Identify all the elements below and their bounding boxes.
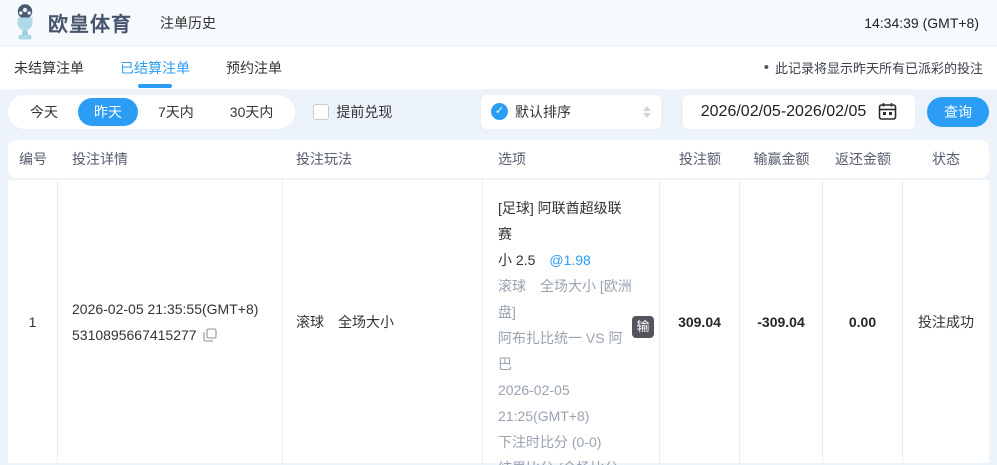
col-header-play: 投注玩法 — [296, 151, 352, 167]
quick-range-group: 今天 昨天 7天内 30天内 — [8, 94, 296, 129]
cell-play-type: 滚球 全场大小 — [283, 180, 483, 463]
trophy-logo-icon — [8, 3, 42, 43]
brand-title: 欧皇体育 — [48, 14, 132, 36]
filter-row: 今天 昨天 7天内 30天内 提前兑现 ✓ 默认排序 2026/02/05-20… — [0, 90, 997, 133]
col-header-index: 编号 — [19, 151, 47, 167]
note-bullet-icon: • — [763, 59, 769, 76]
col-header-detail: 投注详情 — [72, 151, 128, 167]
calendar-icon[interactable] — [878, 102, 897, 121]
col-header-refund: 返还金额 — [835, 151, 891, 167]
status-text: 投注成功 — [918, 313, 974, 330]
early-cashout-toggle[interactable]: 提前兑现 — [313, 102, 392, 122]
early-cashout-label: 提前兑现 — [336, 103, 393, 120]
option-score-at-bet: 下注时比分 (0-0) — [498, 434, 602, 450]
bet-time: 2026-02-05 21:35:55(GMT+8) — [72, 300, 259, 317]
clock: 14:34:39 (GMT+8) — [864, 14, 979, 31]
refund: 0.00 — [848, 313, 877, 330]
option-match-time: 2026-02-05 21:25(GMT+8) — [498, 382, 590, 424]
win-loss: -309.04 — [757, 313, 805, 330]
cell-index: 1 — [8, 180, 58, 463]
tab-reserved[interactable]: 预约注单 — [226, 46, 282, 90]
bet-id-line: 5310895667415277 — [72, 322, 282, 348]
cell-refund: 0.00 — [823, 180, 903, 463]
col-header-amount: 投注额 — [679, 151, 721, 167]
result-badge: 输 — [632, 316, 654, 338]
sort-arrows-icon — [643, 105, 651, 118]
note-text: 此记录将显示昨天所有已派彩的投注 — [774, 61, 983, 76]
cell-status: 投注成功 — [903, 180, 989, 463]
col-header-status: 状态 — [932, 151, 960, 167]
bet-amount: 309.04 — [678, 313, 721, 330]
option-pick-line: 小 2.5 @1.98 — [498, 247, 633, 273]
play-type: 滚球 全场大小 — [296, 313, 394, 330]
cell-option: [足球] 阿联酋超级联赛 小 2.5 @1.98 滚球 全场大小 [欧洲盘] 阿布… — [483, 180, 660, 465]
table-row: 1 2026-02-05 21:35:55(GMT+8) 53108956674… — [8, 180, 989, 465]
date-range-picker[interactable]: 2026/02/05-2026/02/05 — [683, 94, 915, 129]
tab-unsettled[interactable]: 未结算注单 — [14, 46, 84, 90]
sort-selected-value: 默认排序 — [515, 103, 571, 120]
bets-table: 编号 投注详情 投注玩法 选项 投注额 输赢金额 返还金额 状态 1 2026-… — [0, 133, 997, 465]
cell-bet-detail: 2026-02-05 21:35:55(GMT+8) 5310895667415… — [58, 180, 283, 463]
col-header-option: 选项 — [498, 151, 526, 167]
option-pick: 小 2.5 — [498, 252, 536, 268]
cell-win-loss: -309.04 — [740, 180, 823, 463]
option-final-score: 结果比分 (全场比分 2-2) — [498, 455, 633, 465]
date-range-value: 2026/02/05-2026/02/05 — [700, 102, 867, 120]
bet-id: 5310895667415277 — [72, 326, 197, 343]
app-header: 欧皇体育 注单历史 14:34:39 (GMT+8) — [0, 0, 997, 46]
tabs-note: • 此记录将显示昨天所有已派彩的投注 — [764, 58, 983, 77]
option-odds: @1.98 — [549, 252, 591, 268]
range-7days-button[interactable]: 7天内 — [142, 98, 210, 126]
option-market: 滚球 全场大小 [欧洲盘] — [498, 278, 632, 320]
row-index: 1 — [28, 313, 37, 330]
option-league: [足球] 阿联酋超级联赛 — [498, 200, 622, 242]
range-yesterday-button[interactable]: 昨天 — [78, 97, 138, 126]
page-title: 注单历史 — [160, 14, 216, 31]
range-30days-button[interactable]: 30天内 — [214, 98, 290, 126]
range-today-button[interactable]: 今天 — [14, 98, 74, 126]
copy-icon[interactable] — [202, 327, 217, 342]
option-match: 阿布扎比统一 VS 阿巴 — [498, 330, 623, 372]
brand: 欧皇体育 — [8, 3, 132, 43]
tab-settled[interactable]: 已结算注单 — [120, 46, 190, 90]
sort-dropdown[interactable]: ✓ 默认排序 — [481, 94, 661, 129]
check-circle-icon: ✓ — [491, 103, 508, 120]
early-cashout-checkbox[interactable] — [313, 103, 330, 120]
table-header-row: 编号 投注详情 投注玩法 选项 投注额 输赢金额 返还金额 状态 — [8, 140, 989, 178]
search-button[interactable]: 查询 — [927, 96, 989, 127]
col-header-winloss: 输赢金额 — [753, 151, 810, 167]
cell-bet-amount: 309.04 — [660, 180, 740, 463]
tabs-row: 未结算注单 已结算注单 预约注单 • 此记录将显示昨天所有已派彩的投注 — [0, 46, 997, 90]
